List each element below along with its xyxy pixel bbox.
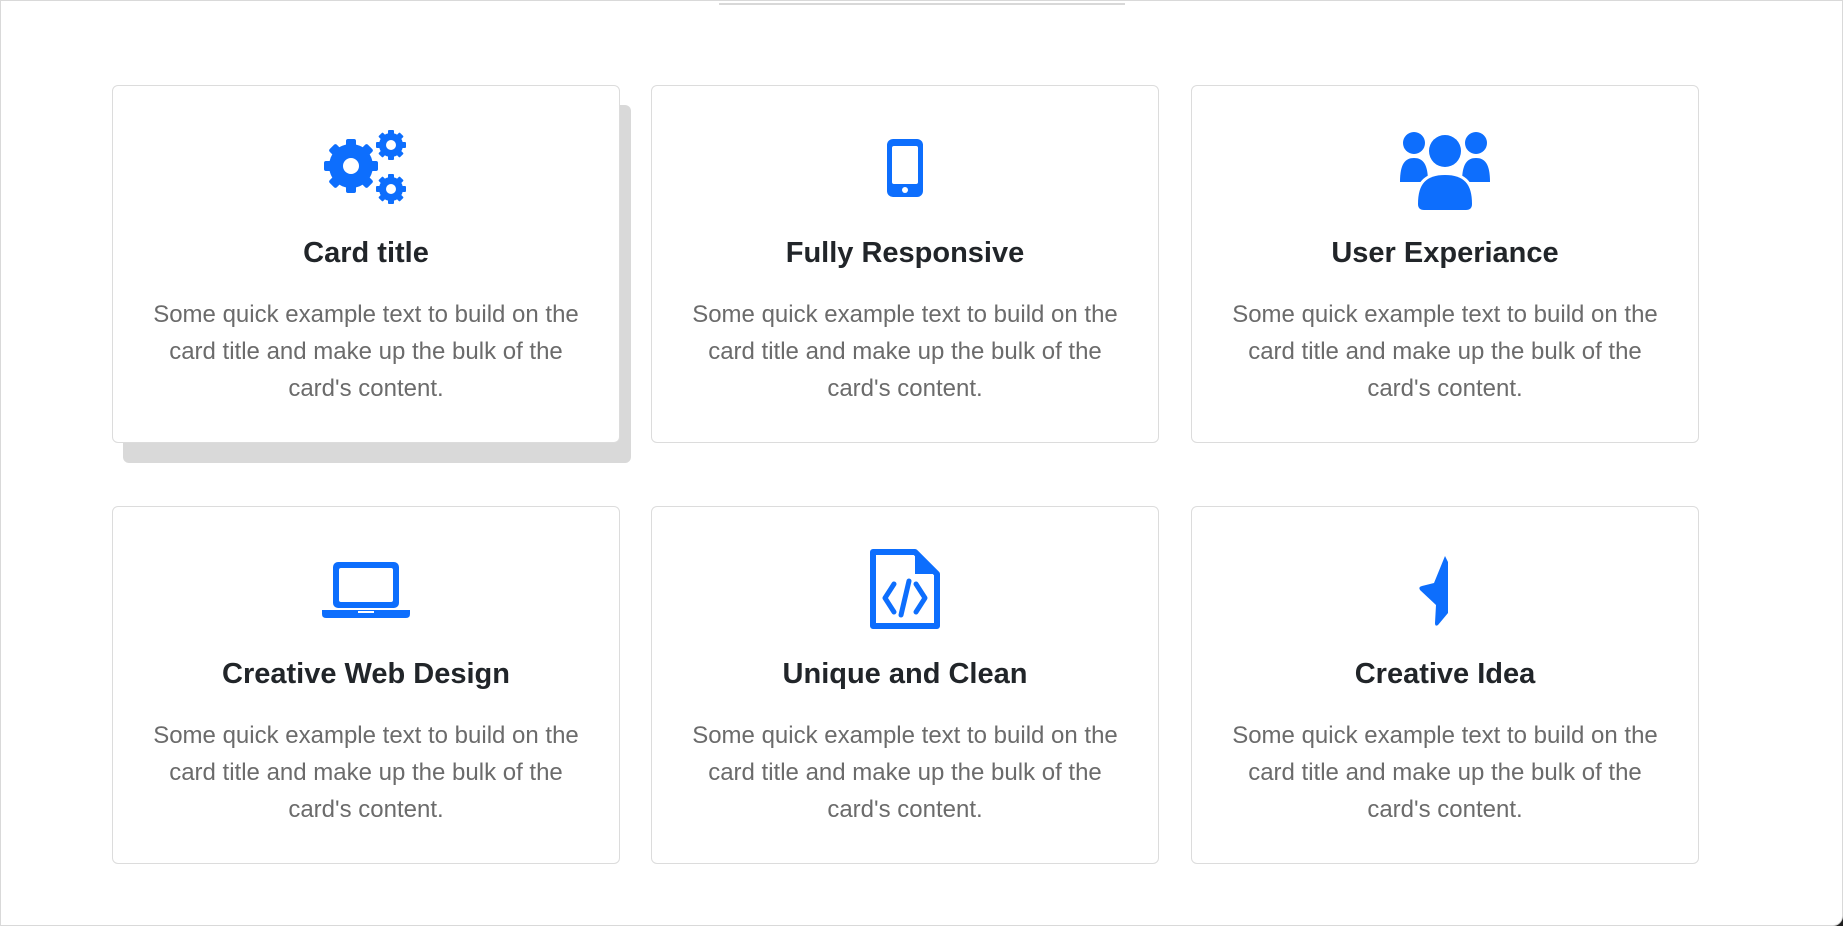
feature-card-web-design: Creative Web Design Some quick example t… [112, 506, 620, 864]
card-text: Some quick example text to build on the … [1232, 722, 1658, 823]
gears-icon [113, 126, 619, 210]
card-text: Some quick example text to build on the … [692, 301, 1118, 402]
feature-card-settings: Card title Some quick example text to bu… [112, 85, 620, 443]
card-text: Some quick example text to build on the … [153, 722, 579, 823]
card-title: Fully Responsive [785, 237, 1025, 269]
page: Card title Some quick example text to bu… [0, 0, 1843, 926]
card-title: User Experiance [1331, 237, 1559, 269]
top-divider [719, 3, 1125, 5]
laptop-icon [113, 547, 619, 631]
users-icon [1192, 126, 1698, 210]
feature-card-creative-idea: Creative Idea Some quick example text to… [1191, 506, 1699, 864]
feature-card-responsive: Fully Responsive Some quick example text… [651, 85, 1159, 443]
card-title: Creative Web Design [222, 658, 510, 690]
card-text: Some quick example text to build on the … [1232, 301, 1658, 402]
feature-card-unique-clean: Unique and Clean Some quick example text… [651, 506, 1159, 864]
feature-card-user-experience: User Experiance Some quick example text … [1191, 85, 1699, 443]
half-star-icon [1192, 547, 1698, 631]
card-text: Some quick example text to build on the … [692, 722, 1118, 823]
card-title: Card title [303, 237, 429, 269]
code-file-icon [652, 547, 1158, 631]
card-title: Creative Idea [1354, 658, 1536, 690]
card-text: Some quick example text to build on the … [153, 301, 579, 402]
card-title: Unique and Clean [782, 658, 1028, 690]
mobile-phone-icon [652, 126, 1158, 210]
